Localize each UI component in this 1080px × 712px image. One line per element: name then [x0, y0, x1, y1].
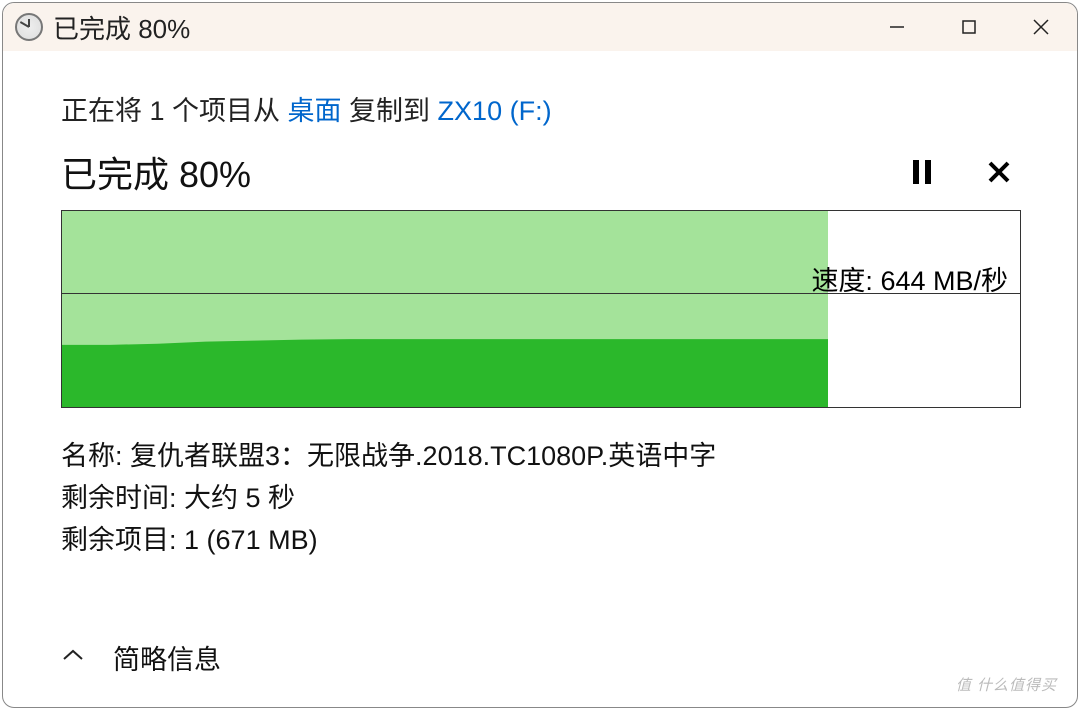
close-window-button[interactable] [1005, 3, 1077, 51]
name-label: 名称: [61, 441, 123, 471]
chevron-up-icon [61, 647, 85, 663]
bottom-row: 简略信息 [61, 598, 1025, 697]
minimize-icon [887, 17, 907, 37]
name-value: 复仇者联盟3：无限战争.2018.TC1080P.英语中字 [130, 441, 716, 471]
detail-items-row: 剩余项目: 1 (671 MB) [61, 520, 1025, 562]
clock-icon [15, 13, 43, 41]
items-label: 剩余项目: [61, 525, 177, 555]
watermark: 值 什么值得买 [956, 674, 1057, 695]
window-controls [861, 3, 1077, 51]
progress-row: 已完成 80% [61, 146, 1025, 198]
x-icon [986, 159, 1012, 185]
copy-prefix: 正在将 1 个项目从 [61, 96, 288, 126]
minimize-button[interactable] [861, 3, 933, 51]
copy-mid: 复制到 [342, 96, 438, 126]
maximize-icon [959, 17, 979, 37]
detail-name-row: 名称: 复仇者联盟3：无限战争.2018.TC1080P.英语中字 [61, 436, 1025, 478]
cancel-button[interactable] [983, 156, 1015, 188]
pause-button[interactable] [906, 156, 938, 188]
destination-link[interactable]: ZX10 (F:) [438, 96, 552, 126]
brief-info-label[interactable]: 简略信息 [113, 638, 221, 677]
progress-text: 已完成 80% [61, 146, 251, 198]
pause-icon [910, 158, 934, 186]
close-icon [1030, 16, 1052, 38]
window-title: 已完成 80% [53, 9, 190, 46]
toggle-details-button[interactable] [61, 647, 85, 668]
copy-description: 正在将 1 个项目从 桌面 复制到 ZX10 (F:) [61, 89, 1025, 128]
progress-actions [906, 156, 1025, 188]
details-section: 名称: 复仇者联盟3：无限战争.2018.TC1080P.英语中字 剩余时间: … [61, 436, 1025, 562]
titlebar[interactable]: 已完成 80% [3, 3, 1077, 51]
maximize-button[interactable] [933, 3, 1005, 51]
source-link[interactable]: 桌面 [288, 96, 342, 126]
content-area: 正在将 1 个项目从 桌面 复制到 ZX10 (F:) 已完成 80% 速度: … [3, 51, 1077, 707]
time-value: 大约 5 秒 [184, 483, 295, 513]
detail-time-row: 剩余时间: 大约 5 秒 [61, 478, 1025, 520]
items-value: 1 (671 MB) [184, 525, 318, 555]
file-copy-dialog: 已完成 80% 正在将 1 个项目从 桌面 复制到 ZX10 (F:) 已完成 … [2, 2, 1078, 708]
speed-chart: 速度: 644 MB/秒 [61, 210, 1021, 408]
speed-label: 速度: 644 MB/秒 [807, 259, 1012, 298]
time-label: 剩余时间: [61, 483, 177, 513]
